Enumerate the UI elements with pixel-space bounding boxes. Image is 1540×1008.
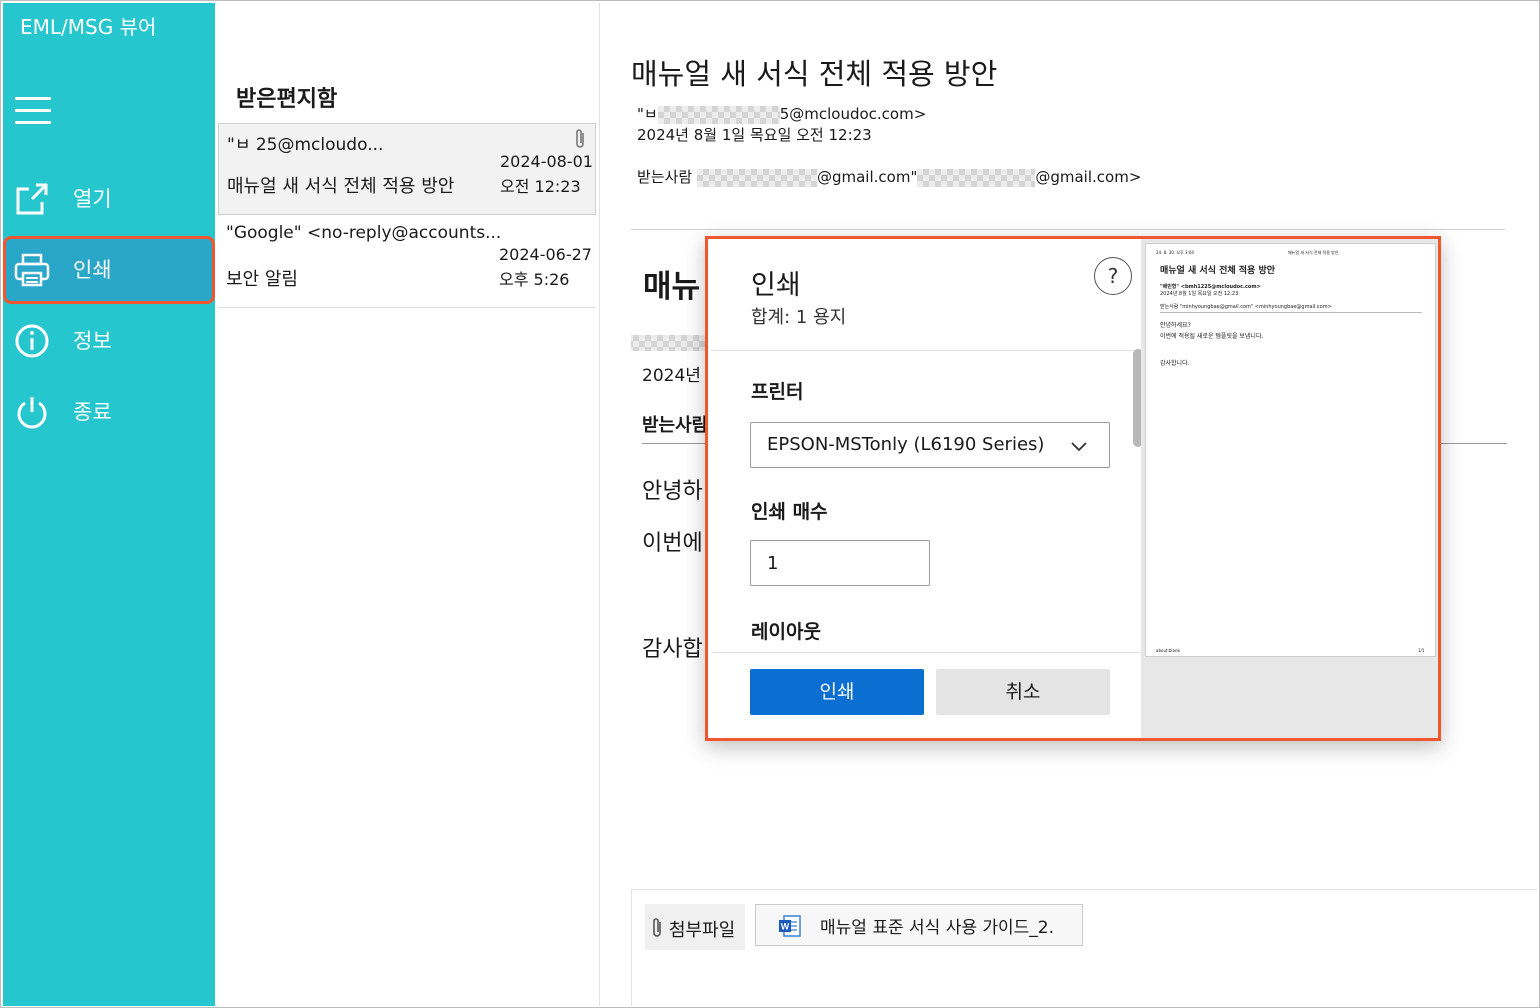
info-icon <box>15 324 49 358</box>
print-button[interactable]: 인쇄 <box>750 669 924 715</box>
preview-body-line: 안녕하세요? <box>1160 322 1191 329</box>
print-preview: 24. 8. 30. 오후 3:04 매뉴얼 새 서식 전체 적용 방안 매뉴얼… <box>1141 239 1438 738</box>
inbox-title: 받은편지함 <box>236 87 338 112</box>
preview-sent-date: 2024년 8월 1일 목요일 오전 12:23 <box>1160 291 1239 297</box>
mail-sender: "ㅂ 25@mcloudo... <box>227 135 384 155</box>
printer-value: EPSON-MSTonly (L6190 Series) <box>767 434 1045 455</box>
message-sent-date: 2024년 8월 1일 목요일 오전 12:23 <box>637 126 872 144</box>
dialog-divider <box>711 652 1141 653</box>
message-recipients: 받는사람 @gmail.com" @gmail.com> <box>637 166 1141 187</box>
redacted-mask <box>657 105 780 124</box>
mail-time: 오후 5:26 <box>499 270 570 289</box>
printer-select[interactable]: EPSON-MSTonly (L6190 Series) <box>750 422 1110 468</box>
chevron-down-icon <box>1071 442 1087 452</box>
preview-page: 24. 8. 30. 오후 3:04 매뉴얼 새 서식 전체 적용 방안 매뉴얼… <box>1145 243 1436 657</box>
redacted-mask <box>696 168 817 187</box>
svg-text:W: W <box>781 922 790 932</box>
message-subject: 매뉴얼 새 서식 전체 적용 방안 <box>631 57 998 91</box>
cancel-button[interactable]: 취소 <box>936 669 1110 715</box>
attachment-filename: 매뉴얼 표준 서식 사용 가이드_2. <box>820 918 1055 938</box>
word-document-icon: W <box>779 915 801 937</box>
body-line: 감사합 <box>642 637 703 662</box>
preview-sender: "배민형" <bmh1225@mcloudoc.com> <box>1160 284 1261 290</box>
sidebar-item-label: 열기 <box>73 187 112 211</box>
recipient-1: @gmail.com" <box>816 168 918 186</box>
mail-list-item[interactable]: "Google" <no-reply@accounts.... 2024-06-… <box>218 217 596 309</box>
message-sender: "ㅂ 5@mcloudoc.com> <box>637 103 926 124</box>
preview-recipients: 받는사람 "minhyoungbae@gmail.com" <minhyoung… <box>1160 304 1332 310</box>
preview-footer-right: 1/1 <box>1418 648 1425 653</box>
print-dialog-title: 인쇄 <box>751 270 801 301</box>
sidebar-item-exit[interactable]: 종료 <box>3 378 215 446</box>
copies-label: 인쇄 매수 <box>751 501 828 523</box>
preview-header-right: 매뉴얼 새 서식 전체 적용 방안 <box>1288 250 1339 255</box>
preview-title: 매뉴얼 새 서식 전체 적용 방안 <box>1160 266 1276 276</box>
print-settings-panel: 인쇄 합계: 1 용지 ? 프린터 EPSON-MSTonly (L6190 S… <box>711 239 1143 738</box>
preview-body-line: 감사합니다. <box>1160 360 1190 367</box>
attachment-bar: 첨부파일 W 매뉴얼 표준 서식 사용 가이드_2. <box>631 889 1537 1006</box>
layout-label: 레이아웃 <box>751 621 821 643</box>
mail-subject: 매뉴얼 새 서식 전체 적용 방안 <box>227 176 455 197</box>
mail-subject: 보안 알림 <box>226 269 298 290</box>
copies-value: 1 <box>767 553 779 574</box>
mail-list-item[interactable]: "ㅂ 25@mcloudo... 2024-08-01 매뉴얼 새 서식 전체 … <box>218 123 596 215</box>
printer-label: 프린터 <box>751 381 804 403</box>
body-line: 이번에 <box>642 531 703 556</box>
recipient-2: @gmail.com> <box>1035 168 1142 186</box>
sidebar: EML/MSG 뷰어 열기 인쇄 정보 종료 <box>3 3 215 1006</box>
copies-input[interactable]: 1 <box>750 540 930 586</box>
preview-body-line: 이번에 적용될 새로운 템플릿을 보냅니다. <box>1160 333 1264 340</box>
mail-time: 오전 12:23 <box>500 177 581 196</box>
redacted-mask <box>917 168 1036 187</box>
attachment-label: 첨부파일 <box>645 904 745 950</box>
mail-list-pane: 받은편지함 "ㅂ 25@mcloudo... 2024-08-01 매뉴얼 새 … <box>216 3 600 1006</box>
print-settings-scroll[interactable]: 프린터 EPSON-MSTonly (L6190 Series) 인쇄 매수 1… <box>711 351 1141 651</box>
sender-prefix: "ㅂ <box>637 105 658 123</box>
mail-sender: "Google" <no-reply@accounts.... <box>226 223 501 243</box>
page-total: 합계: 1 용지 <box>751 307 847 328</box>
body-title: 매뉴 <box>643 269 701 305</box>
sidebar-item-info[interactable]: 정보 <box>3 307 215 375</box>
power-icon <box>17 397 47 429</box>
mail-date: 2024-08-01 <box>500 152 593 171</box>
print-dialog: 인쇄 합계: 1 용지 ? 프린터 EPSON-MSTonly (L6190 S… <box>705 236 1441 741</box>
body-line: 안녕하 <box>642 479 703 504</box>
printer-icon <box>14 253 50 287</box>
sidebar-item-open[interactable]: 열기 <box>3 165 215 233</box>
open-external-icon <box>16 183 48 215</box>
recipients-label: 받는사람 <box>637 168 693 186</box>
list-divider <box>218 307 596 308</box>
sidebar-item-label: 종료 <box>73 400 112 424</box>
paperclip-icon <box>576 129 584 148</box>
help-icon[interactable]: ? <box>1094 257 1132 295</box>
sidebar-item-print[interactable]: 인쇄 <box>3 236 215 304</box>
preview-divider <box>1160 312 1422 313</box>
app-title: EML/MSG 뷰어 <box>20 15 157 39</box>
paperclip-icon <box>653 918 661 937</box>
sidebar-item-label: 인쇄 <box>73 258 112 282</box>
preview-header-left: 24. 8. 30. 오후 3:04 <box>1156 250 1194 255</box>
preview-footer-left: about:blank <box>1156 648 1180 653</box>
hamburger-menu-icon[interactable] <box>15 97 51 127</box>
attachment-label-text: 첨부파일 <box>669 920 736 941</box>
attachment-file[interactable]: W 매뉴얼 표준 서식 사용 가이드_2. <box>755 904 1083 946</box>
mail-date: 2024-06-27 <box>499 245 592 264</box>
body-recipients-label: 받는사람 <box>642 415 709 436</box>
sender-suffix: 5@mcloudoc.com> <box>779 105 927 123</box>
sidebar-item-label: 정보 <box>73 329 112 353</box>
